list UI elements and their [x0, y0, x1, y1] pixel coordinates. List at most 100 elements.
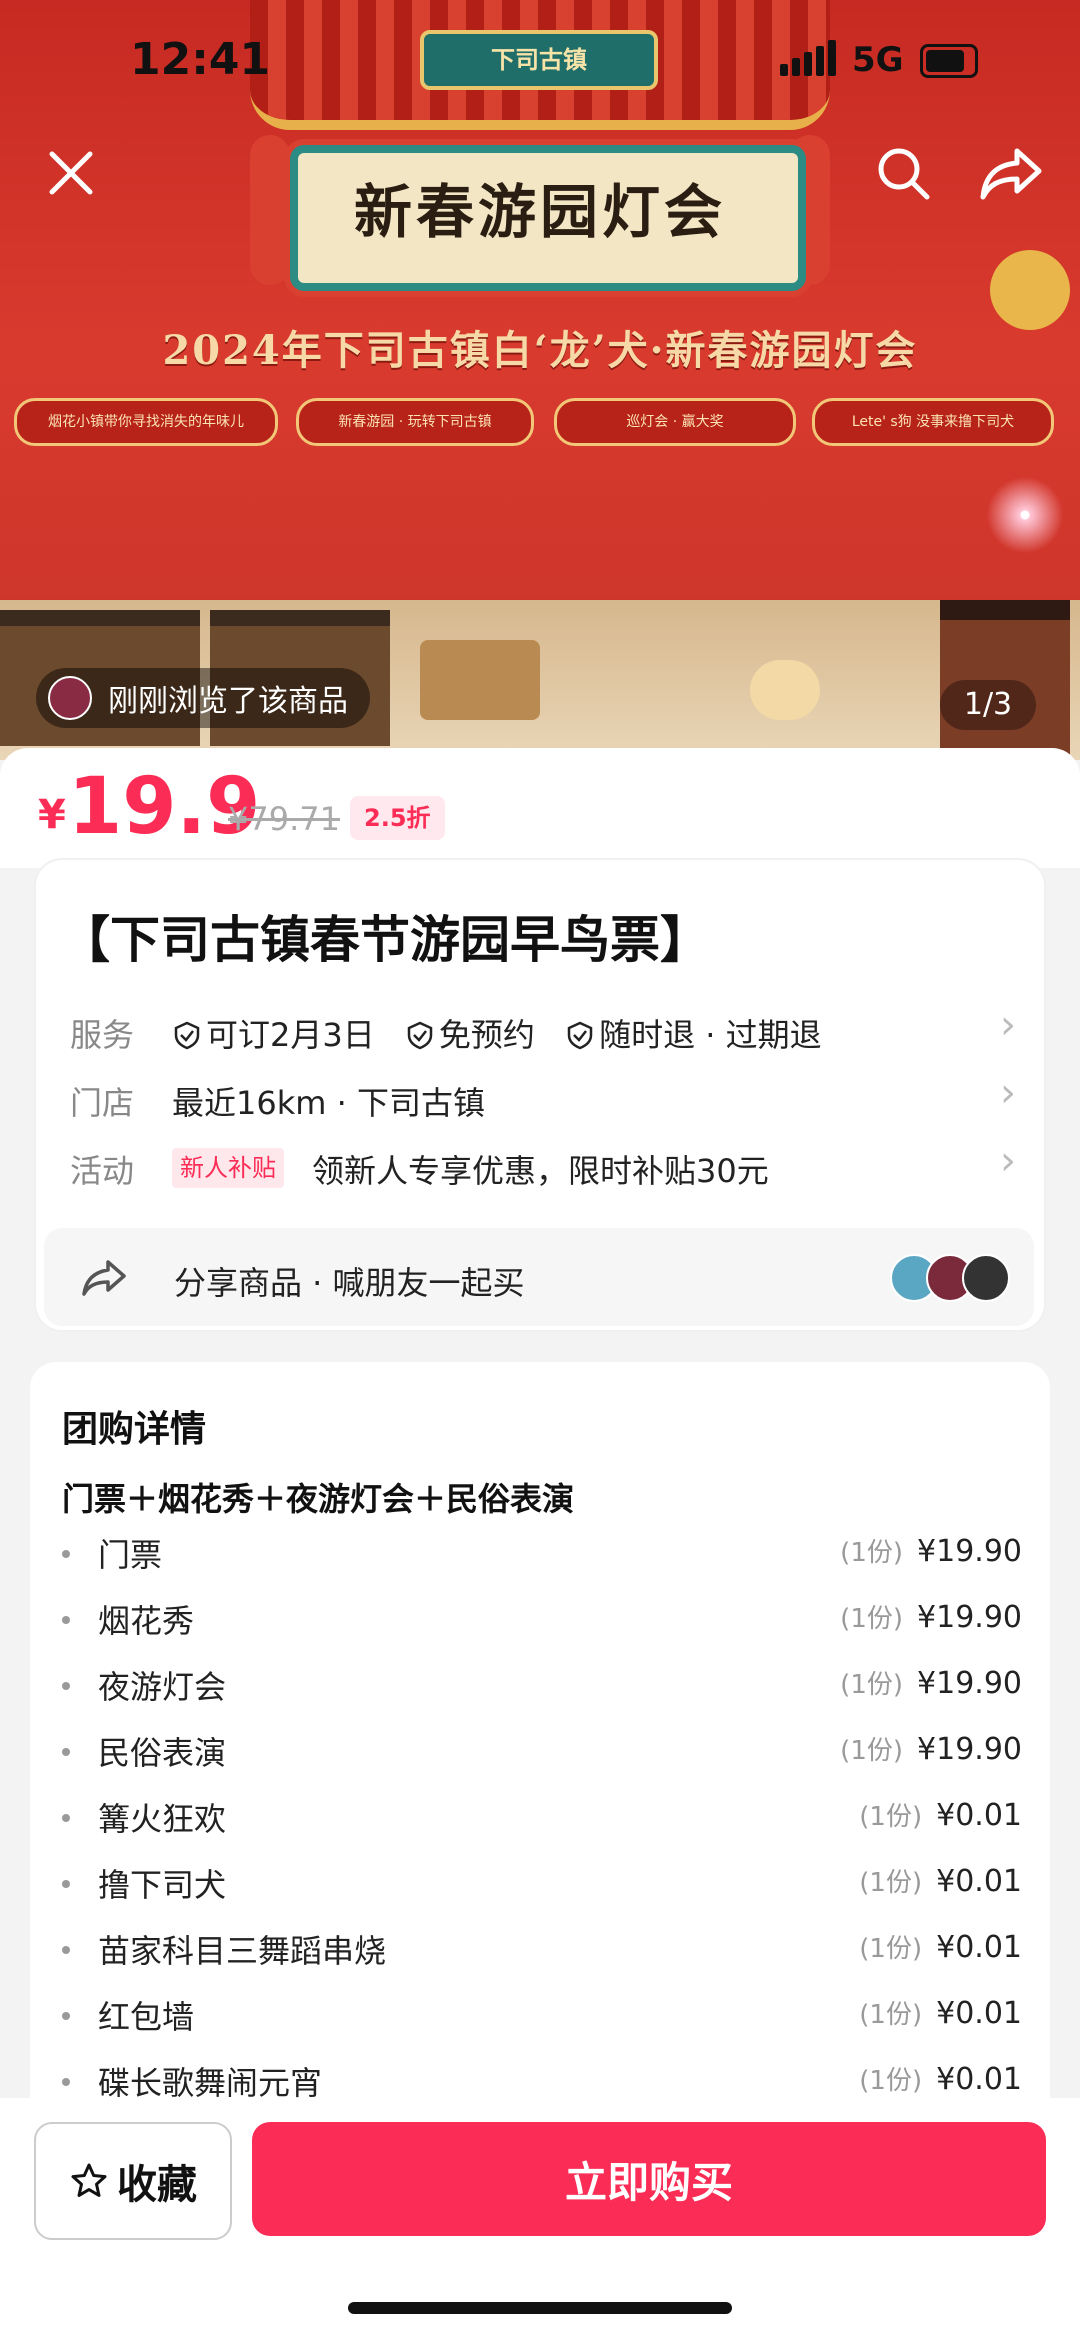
item-qty: (1份): [859, 1802, 923, 1832]
item-price: ¥0.01: [936, 1930, 1022, 1965]
item-name: 篝火狂欢: [98, 1800, 227, 1838]
bullet: [62, 1748, 70, 1756]
favorite-button[interactable]: 收藏: [34, 2122, 232, 2240]
bullet: [62, 1682, 70, 1690]
image-pager: 1/3: [940, 680, 1036, 730]
item-price-group: (1份) ¥19.90: [840, 1730, 1022, 1767]
new-user-tag: 新人补贴: [172, 1148, 284, 1188]
share-button[interactable]: [978, 140, 1044, 206]
bullet: [62, 1550, 70, 1558]
star-icon: [71, 2163, 107, 2197]
bullet: [62, 2078, 70, 2086]
bullet: [62, 1880, 70, 1888]
item-name: 门票: [98, 1536, 163, 1574]
details-subtitle: 门票＋烟花秀＋夜游灯会＋民俗表演: [62, 1480, 575, 1518]
search-button[interactable]: [870, 140, 936, 206]
item-price: ¥19.90: [917, 1666, 1022, 1701]
bullet: [62, 2012, 70, 2020]
status-time: 12:41: [130, 34, 271, 85]
list-item: 民俗表演 (1份) ¥19.90: [62, 1728, 1022, 1778]
banner-title: 新春游园灯会: [353, 178, 726, 246]
network-label: 5G: [852, 40, 904, 80]
item-name: 民俗表演: [98, 1734, 227, 1772]
activity-label: 活动: [70, 1152, 135, 1190]
hero-banner[interactable]: 下司古镇 新春游园灯会 2024年下司古镇白‘龙’犬·新春游园灯会 烟花小镇带你…: [0, 0, 1080, 760]
signal-icon: [792, 58, 800, 76]
banner-sign: 下司古镇: [420, 30, 658, 90]
battery-icon: [920, 44, 978, 78]
share-arrow-icon: [980, 148, 1042, 200]
shield-check-icon: [567, 1021, 593, 1050]
activity-text: 领新人专享优惠，限时补贴30元: [312, 1152, 769, 1190]
firework-decoration: [980, 470, 1070, 560]
item-name: 红包墙: [98, 1998, 195, 2036]
list-item: 门票 (1份) ¥19.90: [62, 1530, 1022, 1580]
friend-avatars: [890, 1254, 1030, 1302]
discount-badge: 2.5折: [350, 796, 445, 840]
status-icons: 5G: [780, 40, 1010, 80]
item-name: 夜游灯会: [98, 1668, 227, 1706]
item-price: ¥19.90: [917, 1600, 1022, 1635]
chevron-right-icon: ›: [1000, 1138, 1016, 1184]
item-price-group: (1份) ¥0.01: [859, 1994, 1022, 2031]
original-price: ¥79.71: [228, 800, 340, 838]
signal-icon: [828, 40, 836, 76]
signal-icon: [816, 46, 824, 76]
item-price-group: (1份) ¥0.01: [859, 1796, 1022, 1833]
price-currency: ¥: [38, 792, 66, 838]
favorite-label: 收藏: [117, 2162, 197, 2208]
list-item: 篝火狂欢 (1份) ¥0.01: [62, 1794, 1022, 1844]
bullet: [62, 1616, 70, 1624]
shield-check-icon: [407, 1021, 433, 1050]
chevron-right-icon: ›: [1000, 1070, 1016, 1116]
bullet: [62, 1814, 70, 1822]
banner-tag: 巡灯会 · 赢大奖: [554, 398, 796, 446]
item-name: 苗家科目三舞蹈串烧: [98, 1932, 387, 1970]
share-arrow-icon: [82, 1260, 126, 1296]
item-price-group: (1份) ¥19.90: [840, 1532, 1022, 1569]
banner-tag: Lete' s狗 没事来撸下司犬: [812, 398, 1054, 446]
item-price-group: (1份) ¥19.90: [840, 1664, 1022, 1701]
lion-dance-illustration: [750, 660, 820, 720]
item-price: ¥0.01: [936, 1864, 1022, 1899]
list-item: 烟花秀 (1份) ¥19.90: [62, 1596, 1022, 1646]
item-price: ¥0.01: [936, 1798, 1022, 1833]
cart-illustration: [420, 640, 540, 720]
signal-icon: [780, 64, 788, 76]
close-button[interactable]: [38, 140, 104, 206]
item-qty: (1份): [859, 1934, 923, 1964]
banner-tag-row: 烟花小镇带你寻找消失的年味儿 新春游园 · 玩转下司古镇 巡灯会 · 赢大奖 L…: [14, 398, 1074, 448]
dragon-decoration: [990, 250, 1070, 330]
item-price: ¥0.01: [936, 1996, 1022, 2031]
item-price: ¥19.90: [917, 1732, 1022, 1767]
item-qty: (1份): [840, 1736, 904, 1766]
item-qty: (1份): [859, 2066, 923, 2096]
shield-check-icon: [174, 1021, 200, 1050]
product-title: 【下司古镇春节游园早鸟票】: [60, 911, 710, 969]
item-qty: (1份): [840, 1670, 904, 1700]
avatar: [962, 1254, 1010, 1302]
item-price: ¥19.90: [917, 1534, 1022, 1569]
viewer-avatar: [48, 676, 92, 720]
banner-tag: 新春游园 · 玩转下司古镇: [296, 398, 534, 446]
item-price-group: (1份) ¥0.01: [859, 2060, 1022, 2097]
scroll-end-left: [250, 135, 290, 285]
item-qty: (1份): [840, 1538, 904, 1568]
list-item: 苗家科目三舞蹈串烧 (1份) ¥0.01: [62, 1926, 1022, 1976]
list-item: 夜游灯会 (1份) ¥19.90: [62, 1662, 1022, 1712]
banner-subtitle: 2024年下司古镇白‘龙’犬·新春游园灯会: [162, 327, 918, 374]
signal-icon: [804, 52, 812, 76]
home-indicator: [348, 2302, 732, 2314]
bullet: [62, 1946, 70, 1954]
item-qty: (1份): [840, 1604, 904, 1634]
item-price-group: (1份) ¥0.01: [859, 1928, 1022, 1965]
recently-viewed-badge: 刚刚浏览了该商品: [36, 668, 370, 728]
share-text: 分享商品 · 喊朋友一起买: [174, 1264, 525, 1302]
item-price-group: (1份) ¥19.90: [840, 1598, 1022, 1635]
buy-now-button[interactable]: 立即购买: [252, 2122, 1046, 2236]
recently-viewed-text: 刚刚浏览了该商品: [108, 684, 348, 719]
item-price: ¥0.01: [936, 2062, 1022, 2097]
details-title: 团购详情: [62, 1409, 207, 1450]
service-label: 服务: [70, 1016, 135, 1054]
store-label: 门店: [70, 1084, 135, 1122]
